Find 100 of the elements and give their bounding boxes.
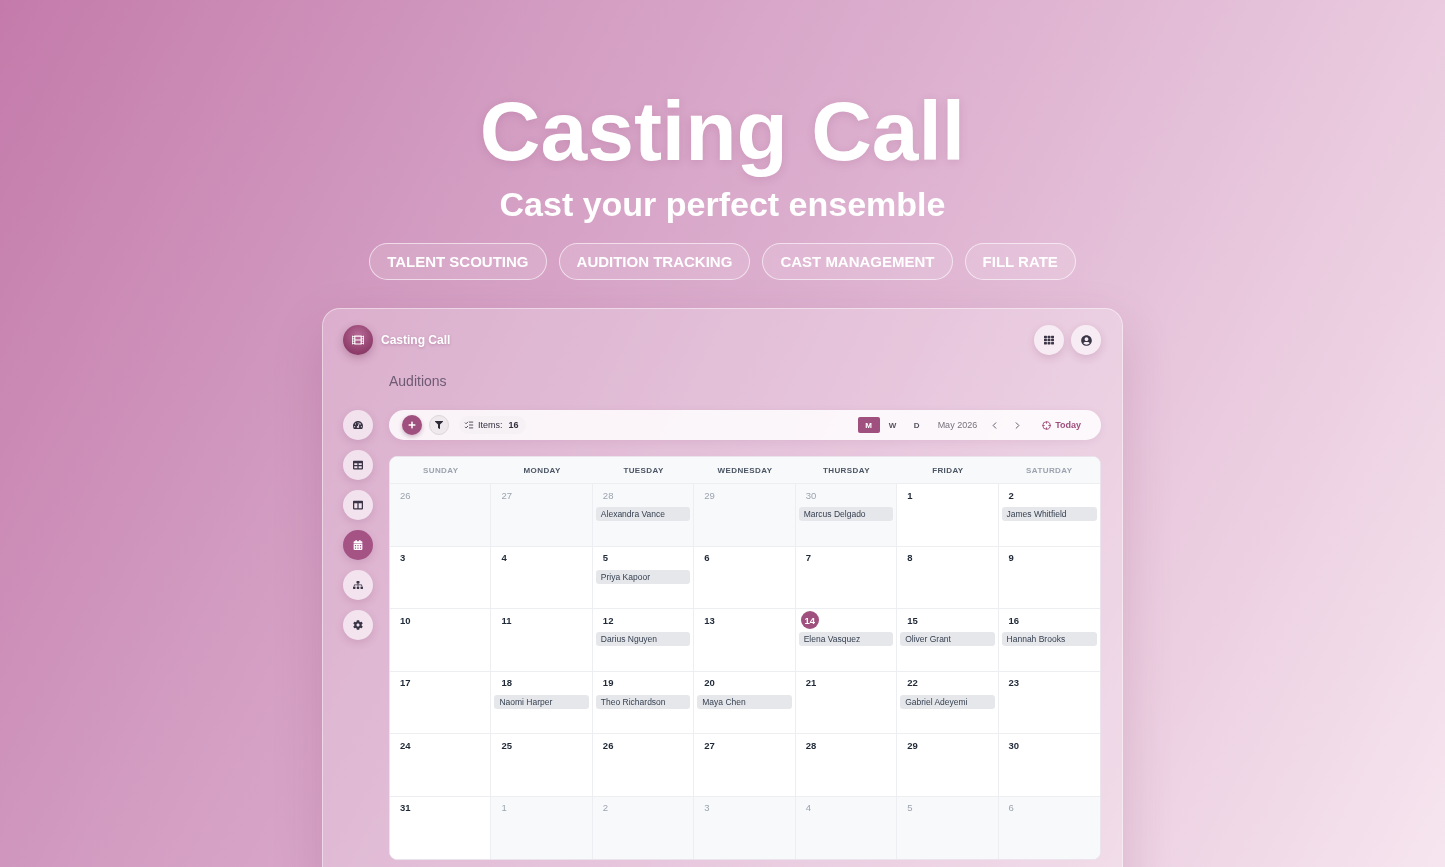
audition-event[interactable]: James Whitfield bbox=[1001, 507, 1097, 521]
view-tab[interactable]: D bbox=[905, 417, 928, 433]
day-number: 21 bbox=[805, 677, 817, 688]
day-number: 31 bbox=[400, 802, 411, 813]
day-cell[interactable]: 12 Darius Nguyen bbox=[592, 609, 695, 672]
day-cell[interactable]: 14 Elena Vasquez bbox=[795, 609, 898, 672]
day-cell[interactable]: 30 Marcus Delgado bbox=[795, 484, 898, 547]
day-cell[interactable]: 21 bbox=[795, 671, 898, 734]
audition-event[interactable]: Gabriel Adeyemi bbox=[900, 694, 995, 709]
day-cell[interactable]: 28 bbox=[795, 734, 898, 797]
nav-button[interactable] bbox=[343, 410, 373, 440]
audition-event[interactable]: Theo Richardson bbox=[595, 694, 691, 709]
gauge-icon bbox=[353, 420, 363, 430]
day-cell[interactable]: 26 bbox=[592, 734, 695, 797]
audition-event[interactable]: Elena Vasquez bbox=[798, 632, 894, 646]
day-cell[interactable]: 3 bbox=[390, 546, 492, 609]
feature-tag: TALENT SCOUTING bbox=[369, 243, 547, 280]
nav-button[interactable] bbox=[343, 490, 373, 520]
day-cell[interactable]: 8 bbox=[897, 546, 999, 609]
feature-tag: AUDITION TRACKING bbox=[558, 243, 751, 280]
account-button[interactable] bbox=[1071, 325, 1101, 355]
day-number: 27 bbox=[704, 739, 715, 751]
calendar-icon bbox=[353, 540, 363, 550]
view-tab[interactable]: M bbox=[857, 417, 880, 433]
audition-event[interactable]: Hannah Brooks bbox=[1001, 632, 1097, 646]
filter-icon bbox=[435, 421, 443, 429]
audition-event[interactable]: Priya Kapoor bbox=[595, 569, 691, 584]
day-number: 30 bbox=[1008, 739, 1020, 751]
audition-event[interactable]: Maya Chen bbox=[697, 694, 792, 709]
app-name: Casting Call bbox=[381, 333, 451, 347]
settings-icon bbox=[353, 620, 363, 630]
list-check-icon bbox=[464, 420, 474, 430]
day-cell[interactable]: 31 bbox=[390, 796, 492, 859]
day-cell[interactable]: 7 bbox=[795, 546, 898, 609]
grid-icon bbox=[1044, 335, 1054, 345]
day-cell[interactable]: 17 bbox=[390, 671, 492, 734]
weekday-label: FRIDAY bbox=[897, 457, 999, 484]
day-number: 26 bbox=[602, 739, 614, 751]
day-number: 5 bbox=[907, 802, 913, 813]
day-number: 3 bbox=[400, 552, 406, 563]
day-number: 6 bbox=[704, 552, 710, 563]
day-cell[interactable]: 4 bbox=[491, 546, 593, 609]
audition-event[interactable]: Alexandra Vance bbox=[595, 507, 691, 521]
day-number: 2 bbox=[1008, 489, 1014, 501]
day-number: 23 bbox=[1008, 677, 1020, 688]
day-number: 22 bbox=[907, 677, 918, 688]
day-cell[interactable]: 1 bbox=[897, 484, 999, 547]
day-number: 9 bbox=[1008, 552, 1014, 563]
day-cell[interactable]: 5 Priya Kapoor bbox=[592, 546, 695, 609]
nav-button[interactable] bbox=[343, 610, 373, 640]
day-number: 25 bbox=[501, 739, 512, 751]
day-cell[interactable]: 24 bbox=[390, 734, 492, 797]
day-number: 16 bbox=[1008, 614, 1020, 626]
apps-button[interactable] bbox=[1034, 325, 1064, 355]
day-number: 4 bbox=[501, 552, 507, 563]
hero-subtitle: Cast your perfect ensemble bbox=[499, 184, 946, 224]
day-number: 10 bbox=[400, 614, 411, 626]
day-cell[interactable]: 20 Maya Chen bbox=[694, 671, 796, 734]
day-number: 2 bbox=[602, 802, 609, 813]
day-cell[interactable]: 27 bbox=[694, 734, 796, 797]
weekday-label: SATURDAY bbox=[998, 457, 1100, 484]
period-label: May 2026 bbox=[937, 420, 978, 430]
day-cell[interactable]: 25 bbox=[491, 734, 593, 797]
nav-button[interactable] bbox=[343, 530, 373, 560]
day-cell[interactable]: 22 Gabriel Adeyemi bbox=[897, 671, 999, 734]
day-number: 20 bbox=[704, 677, 715, 688]
weekday-label: WEDNESDAY bbox=[694, 457, 796, 484]
add-button[interactable] bbox=[402, 415, 422, 435]
weekday-label: SUNDAY bbox=[390, 457, 492, 484]
day-cell[interactable]: 29 bbox=[897, 734, 999, 797]
audition-event[interactable]: Marcus Delgado bbox=[798, 507, 894, 521]
day-number: 3 bbox=[704, 802, 710, 813]
audition-event[interactable]: Oliver Grant bbox=[900, 632, 995, 646]
day-cell[interactable]: 15 Oliver Grant bbox=[897, 609, 999, 672]
weekday-label: TUESDAY bbox=[592, 457, 695, 484]
day-cell[interactable]: 6 bbox=[694, 546, 796, 609]
hierarchy-icon bbox=[353, 580, 363, 590]
table-icon bbox=[353, 460, 363, 470]
nav-button[interactable] bbox=[343, 450, 373, 480]
day-number: 26 bbox=[400, 489, 411, 501]
audition-event[interactable]: Darius Nguyen bbox=[595, 632, 691, 646]
day-cell[interactable]: 19 Theo Richardson bbox=[592, 671, 695, 734]
day-number: 29 bbox=[907, 739, 918, 751]
day-cell[interactable]: 18 Naomi Harper bbox=[491, 671, 593, 734]
nav-button[interactable] bbox=[343, 570, 373, 600]
weekday-label: THURSDAY bbox=[795, 457, 898, 484]
page-title: Auditions bbox=[389, 372, 448, 391]
day-number: 13 bbox=[704, 614, 715, 626]
day-cell[interactable]: 28 Alexandra Vance bbox=[592, 484, 695, 547]
day-number: 7 bbox=[805, 552, 811, 563]
day-number: 19 bbox=[602, 677, 614, 688]
day-cell[interactable]: 10 bbox=[390, 609, 492, 672]
view-tab[interactable]: W bbox=[881, 417, 904, 433]
day-cell[interactable]: 13 bbox=[694, 609, 796, 672]
filter-button[interactable] bbox=[429, 415, 449, 435]
feature-tag: FILL RATE bbox=[964, 243, 1076, 280]
day-number: 1 bbox=[501, 802, 507, 813]
day-cell[interactable]: 11 bbox=[491, 609, 593, 672]
audition-event[interactable]: Naomi Harper bbox=[494, 694, 589, 709]
today-button[interactable]: Today bbox=[1042, 420, 1081, 430]
